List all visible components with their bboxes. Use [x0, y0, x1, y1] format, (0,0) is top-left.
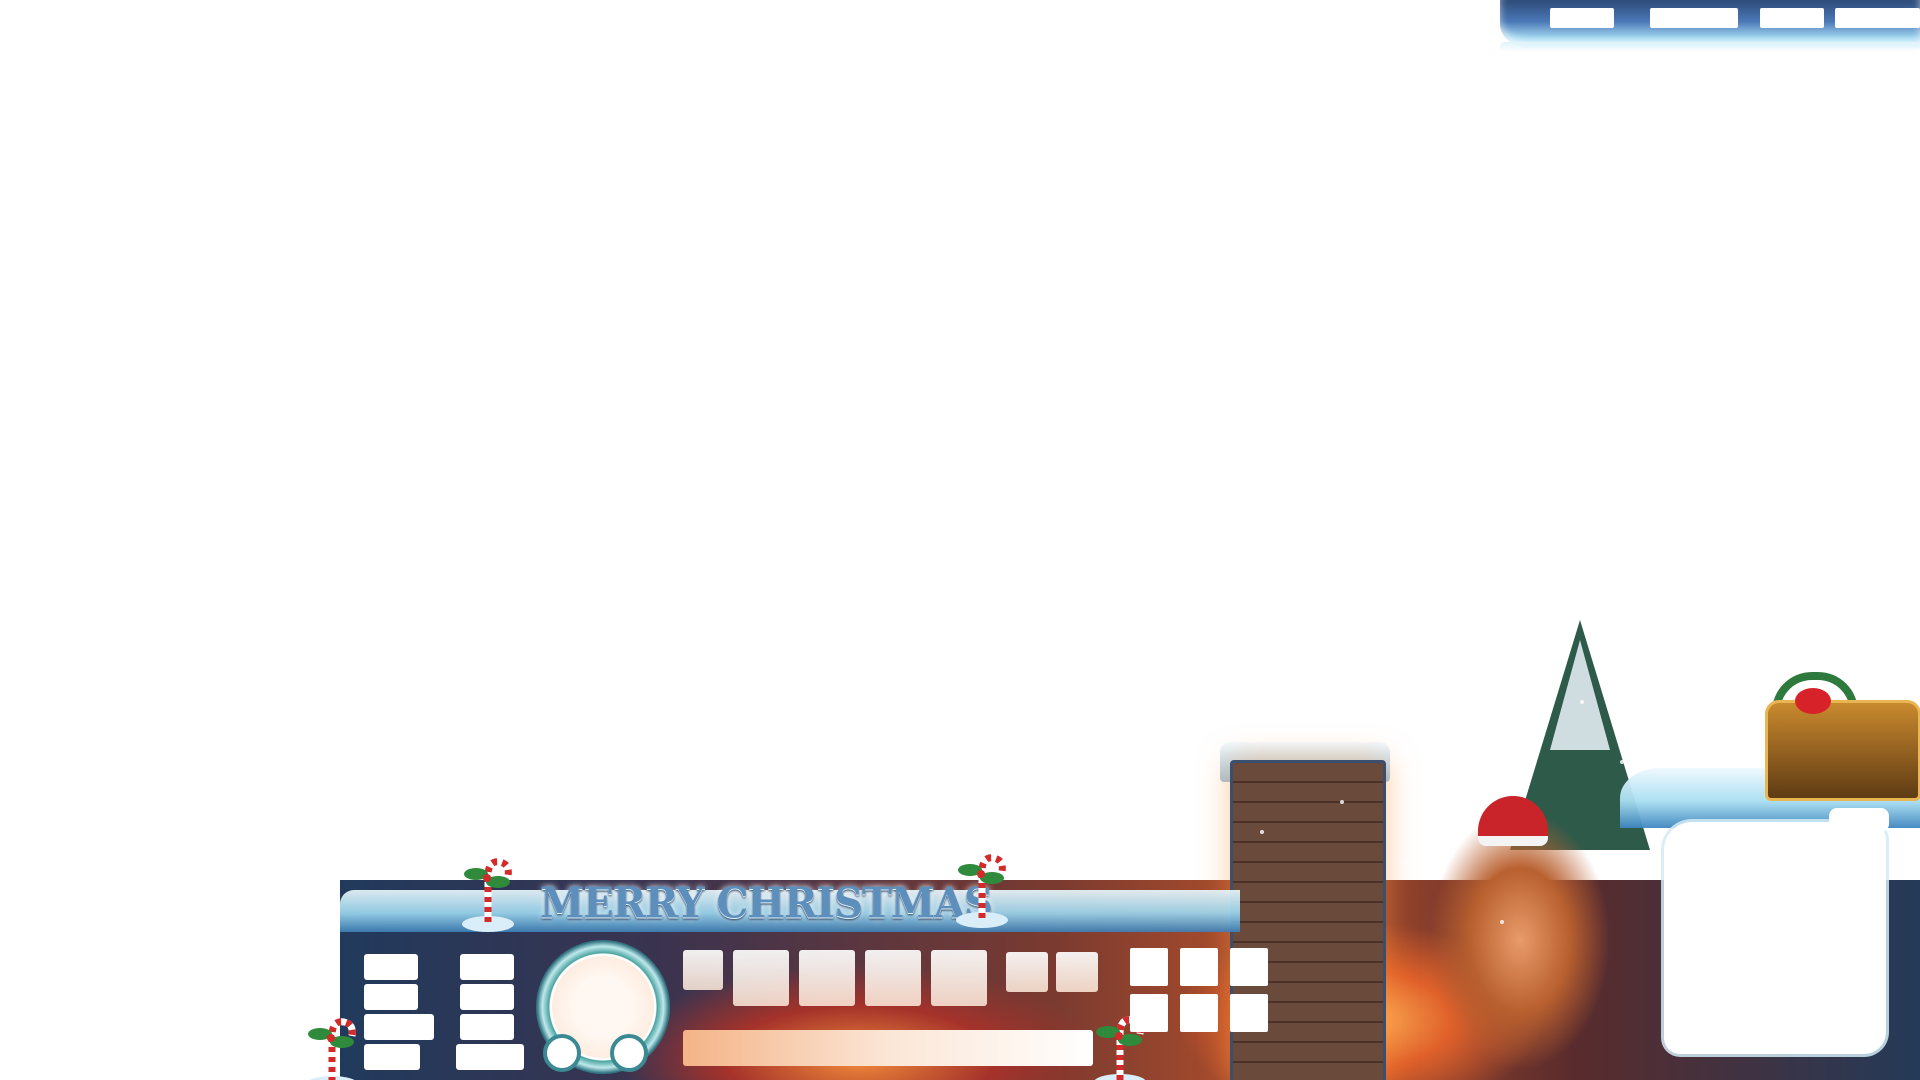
item-slot-4[interactable]: [1130, 994, 1168, 1032]
health-resource-bar: [683, 1030, 1093, 1066]
gift-bow-icon: [1795, 688, 1831, 714]
merry-christmas-title: MERRY CHRISTMAS: [540, 878, 993, 928]
treasure-chest-icon: [1765, 700, 1920, 801]
item-slot-1[interactable]: [1130, 948, 1168, 986]
scoreboard-slot-clock: [1835, 8, 1920, 28]
ability-slot-w[interactable]: [799, 950, 855, 1006]
snow-sparkle: [1580, 700, 1584, 704]
ability-slot-passive[interactable]: [683, 950, 723, 990]
candy-cane-icon: [956, 854, 1008, 928]
ability-slot-e[interactable]: [865, 950, 921, 1006]
stat-box-left-1: [364, 954, 418, 980]
minimap-frame[interactable]: [1664, 808, 1889, 1054]
item-slot-6[interactable]: [1230, 994, 1268, 1032]
item-slot-3[interactable]: [1230, 948, 1268, 986]
candy-cane-icon: [308, 1018, 356, 1080]
level-orb-right: [610, 1034, 648, 1072]
item-slot-2[interactable]: [1180, 948, 1218, 986]
ability-slot-q[interactable]: [733, 950, 789, 1006]
tree-snow: [1550, 640, 1610, 750]
candy-cane-icon: [462, 858, 514, 932]
item-slot-5[interactable]: [1180, 994, 1218, 1032]
level-orb-left: [543, 1034, 581, 1072]
stat-box-right-2: [460, 984, 514, 1010]
scoreboard-slot-team-gold: [1550, 8, 1614, 28]
snow-sparkle: [1340, 800, 1344, 804]
summoner-spell-d[interactable]: [1006, 952, 1048, 992]
stat-box-right-1: [460, 954, 514, 980]
scoreboard-slot-kda: [1760, 8, 1824, 28]
summoner-spell-f[interactable]: [1056, 952, 1098, 992]
stat-box-left-2: [364, 984, 418, 1010]
stat-box-right-4: [456, 1044, 524, 1070]
scoreboard-slot-kills: [1650, 8, 1738, 28]
ability-slot-r[interactable]: [931, 950, 987, 1006]
stat-box-left-4: [364, 1044, 420, 1070]
snow-sparkle: [1620, 760, 1624, 764]
stat-box-left-3: [364, 1014, 434, 1040]
snow-sparkle: [1260, 830, 1264, 834]
snow-sparkle: [1405, 860, 1409, 864]
overlay-stage: MERRY CHRISTMAS: [0, 0, 1920, 1080]
chimney-art: [1230, 760, 1386, 1080]
stat-box-right-3: [460, 1014, 514, 1040]
snow-sparkle: [1500, 920, 1504, 924]
scoreboard-frame: [1500, 0, 1920, 52]
